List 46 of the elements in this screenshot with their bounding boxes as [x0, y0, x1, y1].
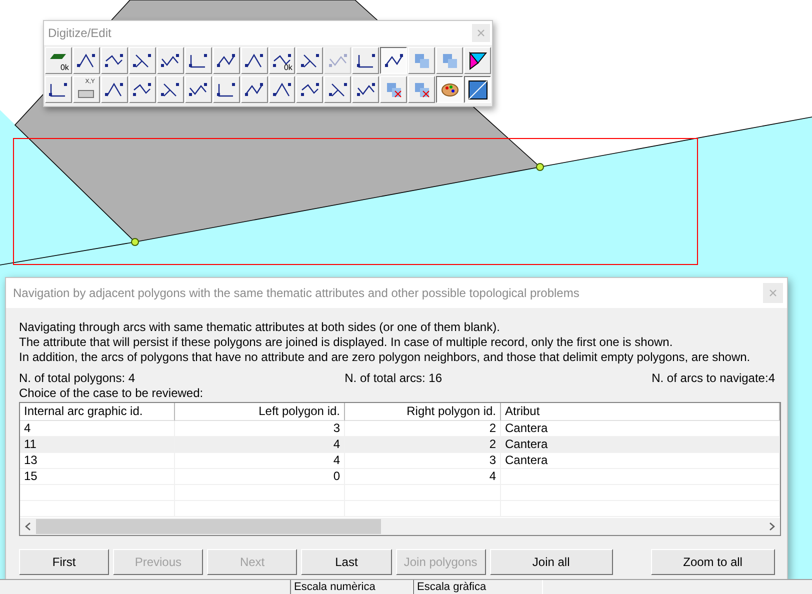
tool-button[interactable]	[380, 47, 408, 74]
table-cell[interactable]: 11	[20, 437, 175, 453]
choice-label: Choice of the case to be reviewed:	[19, 386, 204, 401]
table-cell[interactable]: 0	[175, 469, 345, 485]
description-text: In addition, the arcs of polygons that have no attribute and are zero polygon neighbors, and those that delimit empty polygons, are shown.	[19, 350, 752, 365]
column-header[interactable]: Right polygon id.	[345, 403, 501, 421]
status-cell: Escala gràfica	[413, 580, 543, 594]
column-header[interactable]: Left polygon id.	[175, 403, 345, 421]
scrollbar-thumb[interactable]	[36, 519, 381, 534]
stat-label: N. of arcs to navigate:4	[652, 371, 775, 386]
tool-button[interactable]: 0k	[268, 47, 296, 74]
table-cell[interactable]: 3	[175, 421, 345, 437]
table-cell[interactable]	[501, 469, 780, 485]
table-cell[interactable]: 2	[345, 421, 501, 437]
window-title: Navigation by adjacent polygons with the same thematic attributes and other possible topological problems	[13, 286, 580, 300]
table-cell[interactable]: 2	[345, 437, 501, 453]
parallelogram-icon	[50, 54, 66, 59]
stat-label: N. of total arcs: 16	[344, 371, 442, 386]
column-header[interactable]: Atribut	[501, 403, 780, 421]
dialog-button[interactable]: Last	[301, 549, 392, 575]
table-cell[interactable]: 4	[175, 437, 345, 453]
description-text: The attribute that will persist if these polygons are joined is displayed. In case of multiple record, only the first one is shown.	[19, 335, 674, 350]
keyboard-icon	[78, 90, 94, 98]
dialog-button[interactable]: Join all	[490, 549, 613, 575]
table-cell[interactable]: 4	[20, 421, 175, 437]
tool-button[interactable]	[464, 76, 491, 103]
description-text: Navigating through arcs with same thematic attributes at both sides (or one of them blank).	[19, 320, 501, 335]
close-icon	[769, 289, 777, 297]
window-title: Digitize/Edit	[48, 26, 112, 40]
dialog-button[interactable]: Zoom to all	[650, 549, 776, 575]
table-cell[interactable]: 4	[345, 469, 501, 485]
table-cell[interactable]: Cantera	[501, 421, 780, 437]
table-cell[interactable]: 4	[175, 453, 345, 469]
table-cell[interactable]: Cantera	[501, 437, 780, 453]
table-cell[interactable]: Cantera	[501, 453, 780, 469]
horizontal-scrollbar[interactable]	[20, 518, 780, 535]
triangle-icon	[468, 50, 488, 70]
tool-button[interactable]: 0k	[45, 47, 72, 74]
stat-label: N. of total polygons: 4	[19, 371, 136, 386]
dialog-button[interactable]: First	[19, 549, 110, 575]
table-cell[interactable]: 13	[20, 453, 175, 469]
status-cell: Escala numèrica	[290, 580, 413, 594]
table-cell[interactable]: 3	[345, 453, 501, 469]
column-header[interactable]: Internal arc graphic id.	[20, 403, 175, 421]
table-cell[interactable]: 15	[20, 469, 175, 485]
close-icon	[477, 29, 485, 37]
